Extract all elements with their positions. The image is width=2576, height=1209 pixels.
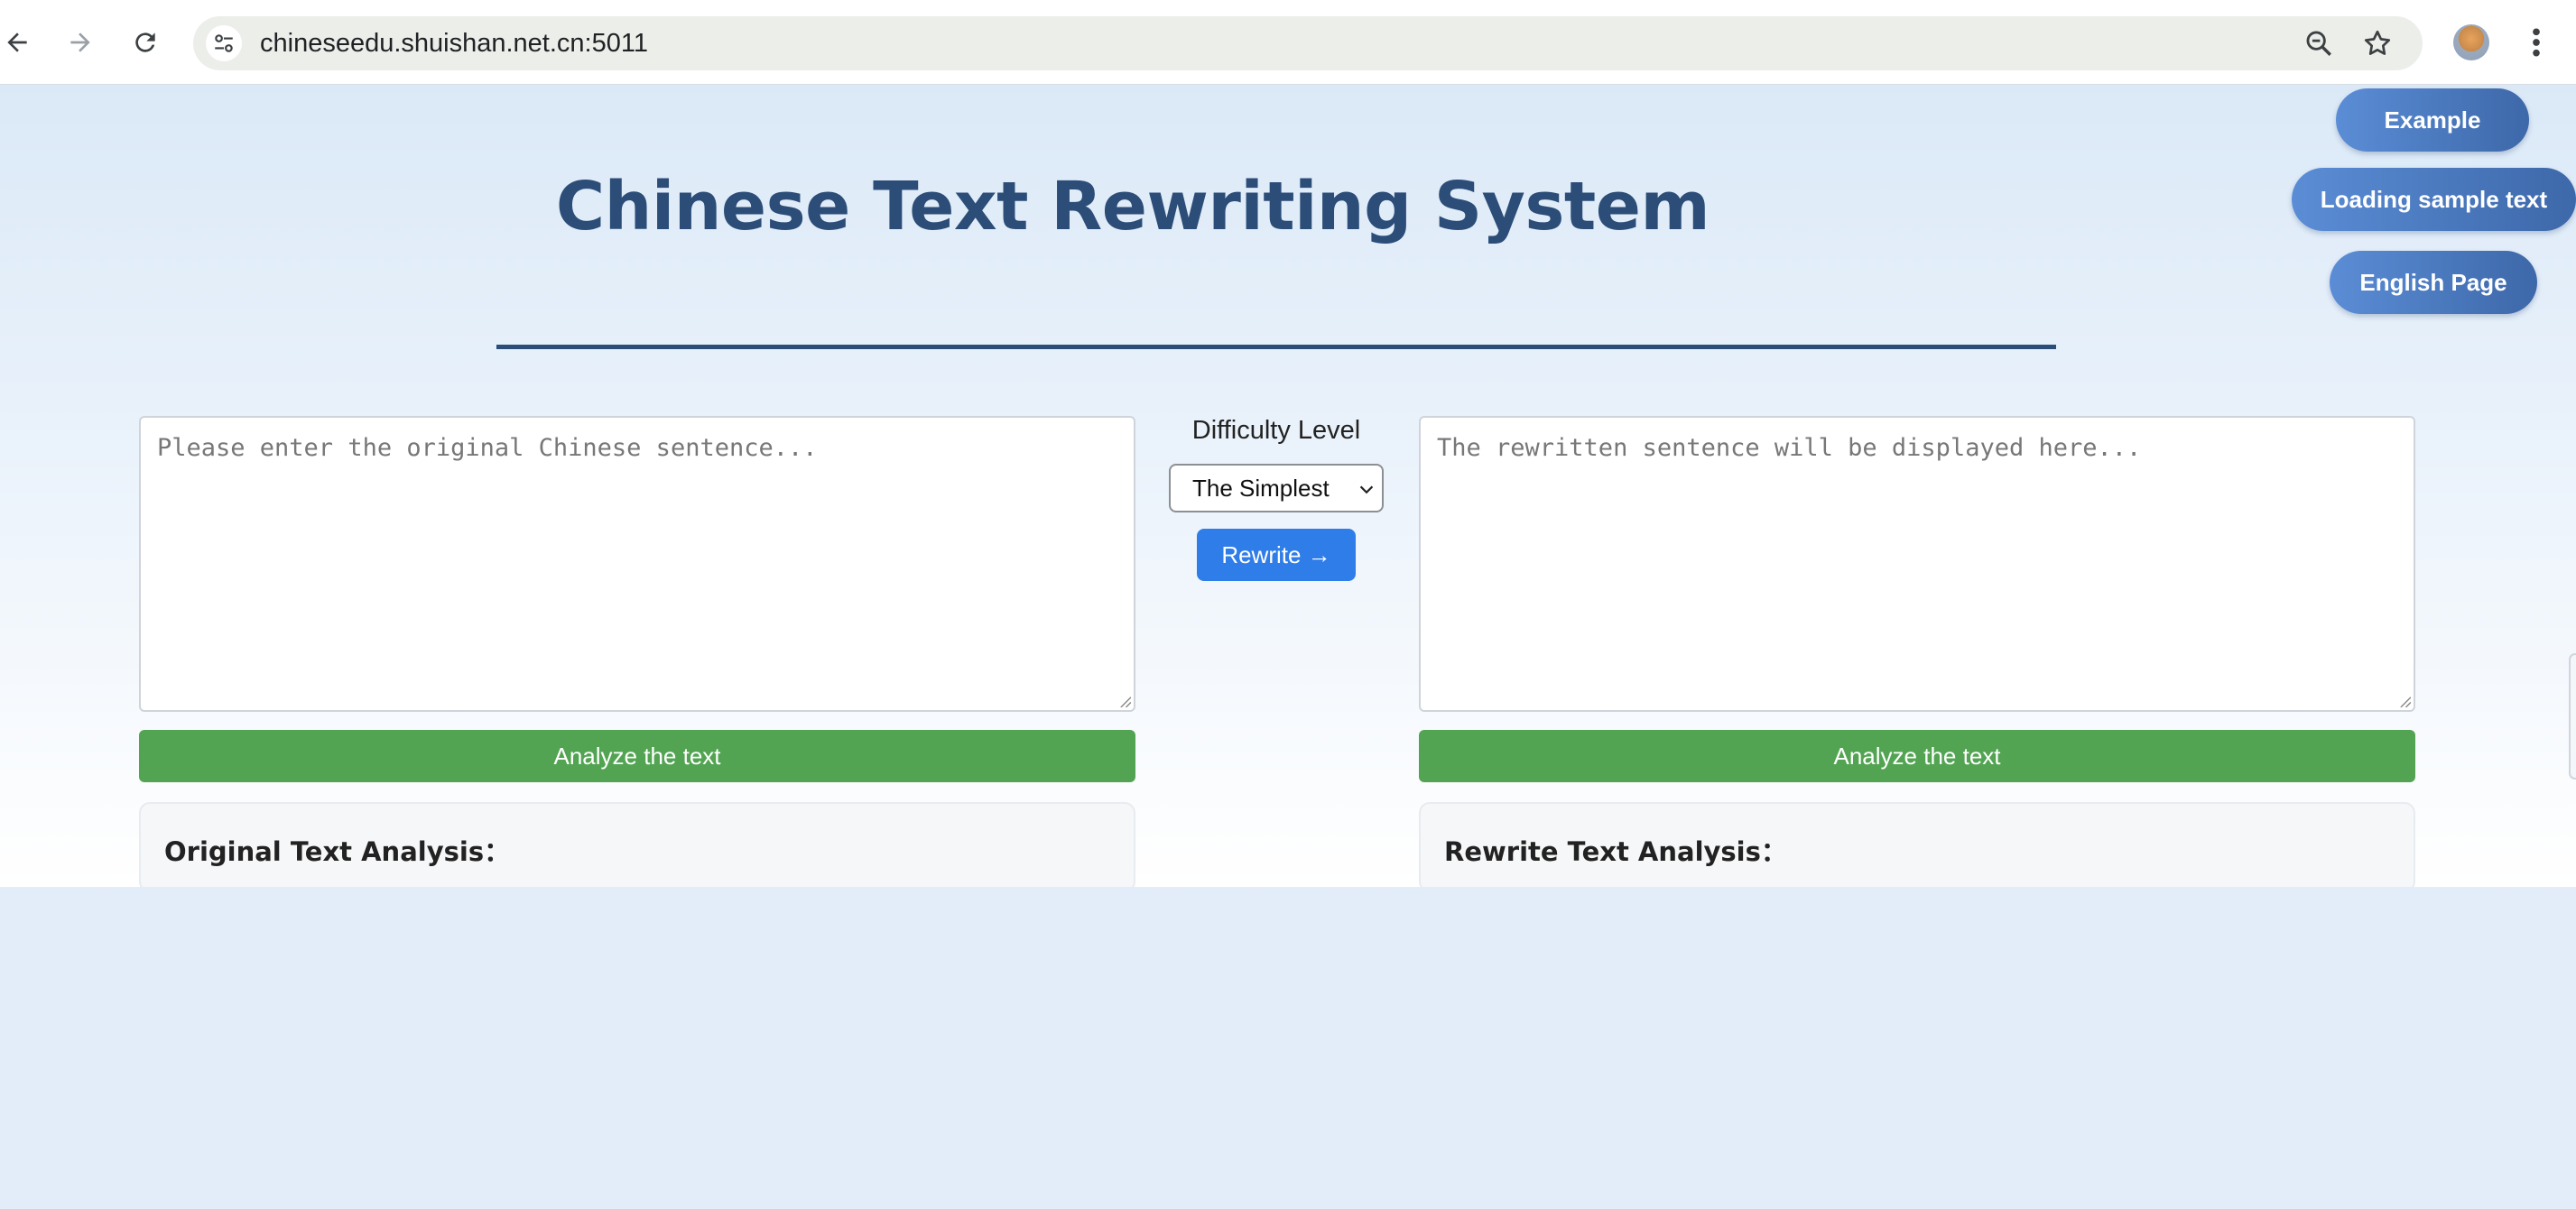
analyze-original-button[interactable]: Analyze the text [139, 730, 1135, 782]
rewrite-analysis-heading: Rewrite Text Analysis： [1444, 836, 1787, 867]
rewritten-text-output[interactable]: The rewritten sentence will be displayed… [1419, 416, 2415, 712]
original-text-placeholder: Please enter the original Chinese senten… [157, 434, 818, 462]
resize-grip-icon[interactable] [2398, 695, 2411, 707]
original-analysis-panel: Original Text Analysis： [139, 802, 1135, 887]
example-button[interactable]: Example [2336, 88, 2529, 152]
resize-grip-icon[interactable] [1118, 695, 1131, 707]
address-bar[interactable]: chineseedu.shuishan.net.cn:5011 [193, 16, 2423, 70]
original-text-input[interactable]: Please enter the original Chinese senten… [139, 416, 1135, 712]
arrow-right-icon [70, 32, 90, 52]
chevron-down-icon [1359, 485, 1374, 494]
site-info-button[interactable] [206, 25, 242, 61]
url-text[interactable]: chineseedu.shuishan.net.cn:5011 [260, 16, 648, 70]
load-sample-button[interactable]: Loading sample text [2292, 168, 2576, 231]
reload-icon [135, 32, 155, 52]
kebab-menu-icon[interactable] [2525, 24, 2547, 60]
rewritten-text-placeholder: The rewritten sentence will be displayed… [1437, 434, 2142, 462]
reload-button[interactable] [123, 20, 168, 65]
tab-strip-edge [0, 0, 2576, 13]
browser-toolbar: chineseedu.shuishan.net.cn:5011 [0, 0, 2576, 85]
tune-icon [215, 34, 233, 52]
english-page-button[interactable]: English Page [2330, 251, 2537, 314]
arrow-left-icon [7, 32, 27, 52]
page-viewport: Chinese Text Rewriting System Example Lo… [0, 85, 2576, 887]
page-title: Chinese Text Rewriting System [555, 168, 1710, 245]
profile-avatar[interactable] [2453, 24, 2489, 60]
difficulty-select[interactable]: The Simplest [1169, 464, 1384, 512]
side-scroll-handle[interactable] [2569, 653, 2576, 780]
star-icon[interactable] [2361, 27, 2394, 60]
rewrite-button[interactable]: Rewrite → [1197, 529, 1356, 581]
forward-button[interactable] [58, 20, 103, 65]
back-button[interactable] [0, 20, 40, 65]
difficulty-label: Difficulty Level [1191, 416, 1361, 445]
title-divider [496, 345, 2056, 349]
difficulty-selected-value: The Simplest [1192, 474, 1330, 502]
zoom-out-icon[interactable] [2303, 28, 2334, 59]
original-analysis-heading: Original Text Analysis： [164, 836, 511, 867]
analyze-rewrite-button[interactable]: Analyze the text [1419, 730, 2415, 782]
rewrite-analysis-panel: Rewrite Text Analysis： [1419, 802, 2415, 887]
